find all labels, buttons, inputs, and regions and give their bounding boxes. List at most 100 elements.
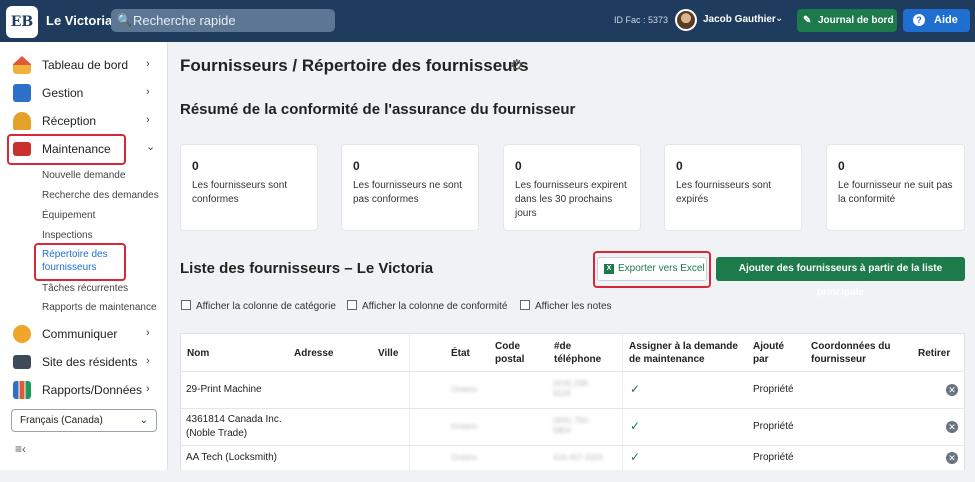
table-row[interactable]: AA Tech (Locksmith) Ontario 416-457-3320…: [181, 445, 964, 482]
col-header-state[interactable]: État: [451, 347, 470, 360]
user-name[interactable]: Jacob Gauthier: [703, 14, 776, 25]
col-header-remove: Retirer: [918, 348, 951, 359]
summary-card-expired: 0 Les fournisseurs sont expirés: [664, 144, 802, 231]
checkmark-icon[interactable]: ✓: [630, 450, 640, 464]
sidebar-subitem-maintenance-reports[interactable]: Rapports de maintenance: [42, 302, 157, 313]
checkbox-box[interactable]: [181, 300, 191, 310]
category-column-checkbox[interactable]: Afficher la colonne de catégorie: [181, 300, 336, 312]
chevron-down-icon[interactable]: ⌄: [775, 13, 783, 24]
notes-checkbox[interactable]: Afficher les notes: [520, 300, 612, 312]
card-text: Les fournisseurs ne sont pas conformes: [353, 180, 462, 205]
phone-line: 9226: [553, 389, 571, 398]
app-logo[interactable]: EB: [6, 6, 38, 38]
checkbox-box[interactable]: [520, 300, 530, 310]
card-value: 0: [192, 159, 199, 173]
col-header-vendor-contact[interactable]: Coordonnées du fournisseur: [811, 340, 890, 366]
vendor-name-line: 29-Print Machine: [186, 384, 262, 395]
sidebar-item-gestion[interactable]: Gestion ›: [0, 81, 168, 105]
card-value: 0: [353, 159, 360, 173]
state-value: Ontario: [451, 385, 478, 394]
top-bar: EB Le Victoria 🔍 Recherche rapide ID Fac…: [0, 0, 975, 42]
col-header-address[interactable]: Adresse: [294, 347, 333, 360]
help-button[interactable]: ? Aide: [903, 9, 970, 32]
remove-icon[interactable]: ✕: [946, 452, 958, 464]
sidebar-subitem-equipment[interactable]: Équipement: [42, 210, 95, 221]
checkbox-label: Afficher les notes: [535, 301, 612, 312]
state-value: Ontario: [451, 422, 478, 431]
phone-line: 6804: [553, 426, 571, 435]
card-text: Les fournisseurs sont expirés: [676, 180, 772, 205]
remove-icon[interactable]: ✕: [946, 384, 958, 396]
highlight-box: [7, 134, 126, 165]
sidebar: Tableau de bord › Gestion › Réception › …: [0, 42, 168, 470]
vendor-name[interactable]: 29-Print Machine: [186, 383, 262, 397]
search-placeholder: Recherche rapide: [133, 13, 236, 28]
chevron-down-icon: ⌄: [146, 141, 156, 153]
col-header-assign[interactable]: Assigner à la demande de maintenance: [629, 340, 738, 366]
sidebar-subitem-search-requests[interactable]: Recherche des demandes: [42, 190, 159, 201]
summary-card-compliant: 0 Les fournisseurs sont conformes: [180, 144, 318, 231]
sidebar-item-label: Tableau de bord: [42, 58, 129, 72]
gear-icon[interactable]: ⚙: [510, 56, 523, 74]
card-text: Les fournisseurs expirent dans les 30 pr…: [515, 180, 627, 219]
col-header-city[interactable]: Ville: [378, 347, 398, 360]
phone-line: (905) 760-: [553, 416, 590, 425]
checkmark-icon[interactable]: ✓: [630, 419, 640, 433]
collapse-sidebar-icon[interactable]: ≡‹: [15, 442, 26, 456]
help-button-label: Aide: [934, 14, 958, 26]
chat-icon: [13, 325, 31, 343]
vendor-name[interactable]: 4361814 Canada Inc. (Noble Trade): [186, 413, 282, 441]
state-value: Ontario: [451, 453, 478, 462]
remove-icon[interactable]: ✕: [946, 421, 958, 433]
chevron-down-icon: ⌄: [139, 415, 148, 426]
edit-icon: ✎: [803, 15, 812, 26]
app-title[interactable]: Le Victoria: [46, 13, 112, 28]
header-line: téléphone: [554, 354, 602, 365]
card-value: 0: [515, 159, 522, 173]
house-icon: [13, 56, 31, 74]
language-select[interactable]: Français (Canada) ⌄: [11, 409, 157, 432]
search-input[interactable]: 🔍 Recherche rapide: [111, 9, 335, 32]
col-header-phone[interactable]: #de téléphone: [554, 340, 601, 366]
table-row[interactable]: 29-Print Machine Ontario (416) 298- 9226 …: [181, 371, 964, 408]
phone-value: 416-457-3320: [553, 453, 603, 462]
chevron-right-icon: ›: [146, 86, 150, 98]
search-icon: 🔍: [117, 13, 132, 27]
language-value: Français (Canada): [20, 415, 103, 426]
checkbox-label: Afficher la colonne de conformité: [362, 301, 508, 312]
summary-card-not-tracking: 0 Le fournisseur ne suit pas la conformi…: [826, 144, 965, 231]
add-vendors-button[interactable]: Ajouter des fournisseurs à partir de la …: [716, 257, 965, 298]
avatar[interactable]: [675, 9, 697, 31]
sidebar-item-communiquer[interactable]: Communiquer ›: [0, 322, 168, 346]
header-line: Coordonnées du: [811, 341, 891, 352]
summary-card-expiring: 0 Les fournisseurs expirent dans les 30 …: [503, 144, 641, 231]
vendor-name[interactable]: AA Tech (Locksmith): [186, 451, 277, 465]
bell-icon: [13, 112, 31, 130]
col-header-added-by[interactable]: Ajouté par: [753, 340, 784, 366]
sidebar-item-reception[interactable]: Réception ›: [0, 109, 168, 133]
added-by: Propriété: [753, 384, 794, 395]
col-header-name[interactable]: Nom: [187, 347, 209, 360]
sidebar-item-residents-site[interactable]: Site des résidents ›: [0, 350, 168, 374]
building-icon: [13, 84, 31, 102]
header-line: fournisseur: [811, 354, 867, 365]
vendor-list-title: Liste des fournisseurs – Le Victoria: [180, 260, 434, 277]
sidebar-item-label: Site des résidents: [42, 355, 138, 369]
help-icon: ?: [913, 14, 925, 26]
sidebar-subitem-recurring-tasks[interactable]: Tâches récurrentes: [42, 283, 128, 294]
phone-value: (416) 298- 9226: [553, 379, 590, 399]
card-text: Le fournisseur ne suit pas la conformité: [838, 180, 953, 205]
compliance-column-checkbox[interactable]: Afficher la colonne de conformité: [347, 300, 507, 312]
header-line: de maintenance: [629, 354, 705, 365]
sidebar-subitem-new-request[interactable]: Nouvelle demande: [42, 170, 125, 181]
table-row[interactable]: 4361814 Canada Inc. (Noble Trade) Ontari…: [181, 408, 964, 445]
col-header-postal[interactable]: Code postal: [495, 340, 524, 366]
sidebar-item-dashboard[interactable]: Tableau de bord ›: [0, 53, 168, 77]
checkmark-icon[interactable]: ✓: [630, 382, 640, 396]
chevron-right-icon: ›: [146, 355, 150, 367]
journal-button[interactable]: ✎ Journal de bord: [797, 9, 897, 32]
checkbox-box[interactable]: [347, 300, 357, 310]
sidebar-item-reports[interactable]: Rapports/Données ›: [0, 378, 168, 402]
highlight-box: [593, 251, 711, 288]
sidebar-subitem-inspections[interactable]: Inspections: [42, 230, 93, 241]
